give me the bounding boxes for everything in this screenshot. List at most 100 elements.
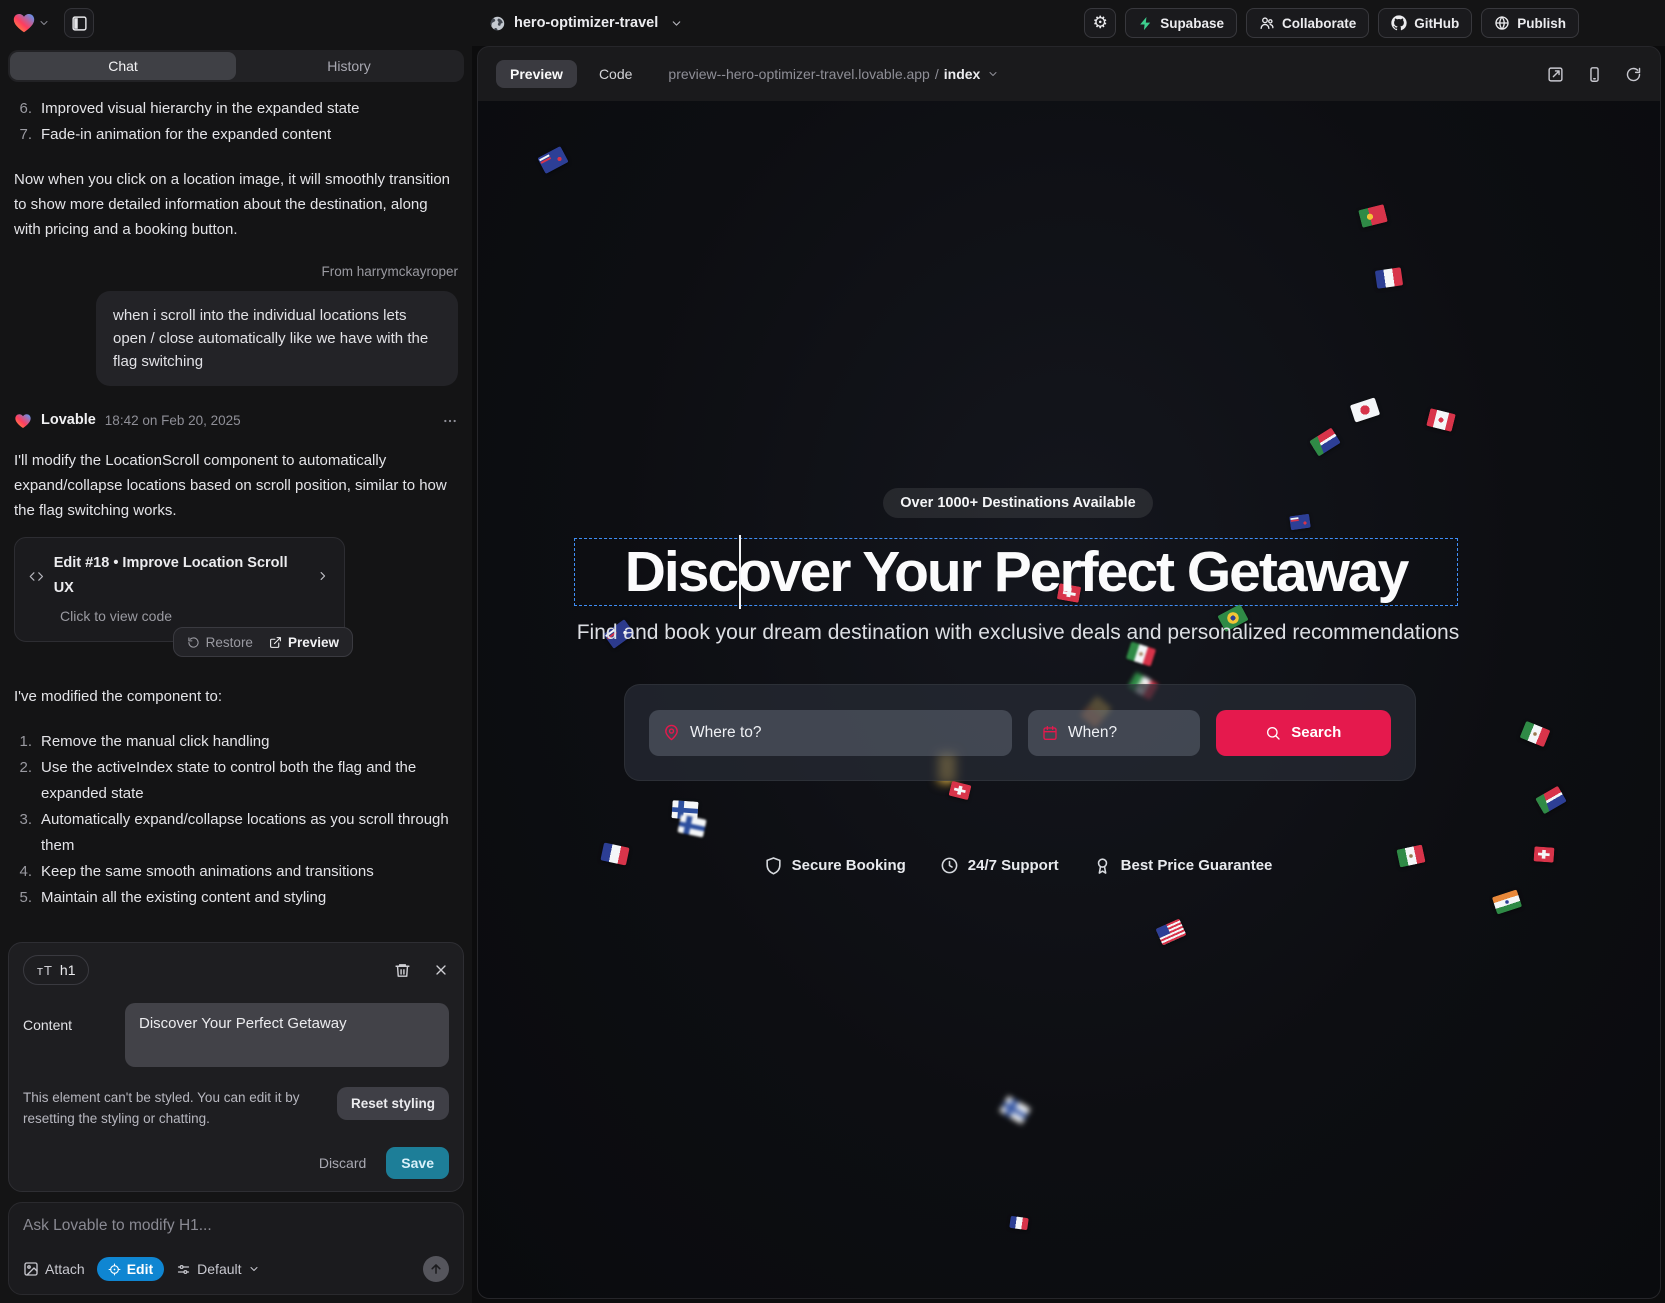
where-input[interactable] [690, 724, 998, 742]
assistant-name: Lovable [41, 408, 96, 433]
steps-list: 1.Remove the manual click handling 2.Use… [14, 729, 458, 911]
supabase-button[interactable]: Supabase [1125, 8, 1237, 38]
tab-history[interactable]: History [236, 52, 462, 80]
features-row: Secure Booking 24/7 Support Best Price G… [478, 856, 1558, 875]
where-field[interactable] [649, 710, 1012, 756]
shield-icon [764, 856, 783, 875]
gear-icon: ⚙ [1093, 15, 1108, 32]
search-card: Search [624, 684, 1416, 781]
url-page: index [944, 66, 981, 82]
top-bar: hero-optimizer-travel ⚙ Supabase Collabo… [0, 0, 1665, 46]
trash-icon[interactable] [394, 962, 411, 979]
content-textarea[interactable]: Discover Your Perfect Getaway [125, 1003, 449, 1067]
search-icon [1265, 725, 1281, 741]
restore-button[interactable]: Restore [187, 630, 253, 655]
tab-chat[interactable]: Chat [10, 52, 236, 80]
feature-support: 24/7 Support [940, 856, 1059, 875]
mobile-view-icon[interactable] [1586, 66, 1603, 83]
assistant-paragraph: Now when you click on a location image, … [14, 167, 458, 242]
text-icon: тT [37, 963, 53, 978]
text-caret [739, 535, 741, 609]
publish-button[interactable]: Publish [1481, 8, 1579, 38]
chat-composer: Attach Edit Default [8, 1202, 464, 1295]
preview-edit-button[interactable]: Preview [269, 630, 339, 655]
list-item: 2.Use the activeIndex state to control b… [14, 755, 458, 807]
chevron-down-icon [248, 1263, 260, 1275]
refresh-icon[interactable] [1625, 66, 1642, 83]
project-name: hero-optimizer-travel [514, 15, 658, 31]
chat-scroll-area[interactable]: 6.Improved visual hierarchy in the expan… [0, 82, 472, 932]
more-options-icon[interactable] [442, 413, 458, 429]
arrow-up-icon [429, 1262, 443, 1276]
styling-note: This element can't be styled. You can ed… [23, 1087, 325, 1129]
discard-button[interactable]: Discard [319, 1155, 366, 1171]
composer-input[interactable] [23, 1217, 449, 1235]
reset-styling-button[interactable]: Reset styling [337, 1087, 449, 1120]
assistant-paragraph: I'll modify the LocationScroll component… [14, 448, 458, 523]
collaborate-button[interactable]: Collaborate [1246, 8, 1369, 38]
lovable-logo-menu[interactable] [12, 11, 50, 35]
destinations-badge-row: Over 1000+ Destinations Available [478, 488, 1558, 518]
edit-mode-button[interactable]: Edit [97, 1257, 164, 1281]
element-editor-panel: тT h1 Content Discover Your Perfect Geta… [8, 942, 464, 1192]
focus-icon [108, 1263, 121, 1276]
chevron-right-icon [316, 569, 330, 583]
hero-subtitle-row: Find and book your dream destination wit… [478, 621, 1558, 645]
tab-preview[interactable]: Preview [496, 60, 577, 88]
list-item: 1.Remove the manual click handling [14, 729, 458, 755]
sidebar-tabs: Chat History [8, 50, 464, 82]
preview-url[interactable]: preview--hero-optimizer-travel.lovable.a… [668, 66, 999, 82]
send-button[interactable] [423, 1256, 449, 1282]
chevron-down-icon [670, 17, 683, 30]
project-selector[interactable]: hero-optimizer-travel [489, 8, 683, 38]
chevron-down-icon [38, 17, 50, 29]
github-icon [1391, 15, 1407, 31]
list-item: 4.Keep the same smooth animations and tr… [14, 859, 458, 885]
preview-toolbar: Preview Code preview--hero-optimizer-tra… [478, 47, 1660, 101]
lovable-avatar-icon [14, 412, 32, 430]
attach-button[interactable]: Attach [23, 1261, 85, 1277]
external-link-icon [269, 636, 282, 649]
assistant-message-header: Lovable 18:42 on Feb 20, 2025 [14, 408, 458, 433]
selected-element-pill[interactable]: тT h1 [23, 955, 89, 985]
hero-subtitle: Find and book your dream destination wit… [577, 621, 1460, 645]
open-in-new-tab-icon[interactable] [1547, 66, 1564, 83]
selected-h1-outline[interactable]: Discover Your Perfect Getaway [574, 538, 1458, 606]
hero-title[interactable]: Discover Your Perfect Getaway [625, 539, 1408, 605]
clock-icon [940, 856, 959, 875]
feature-secure-booking: Secure Booking [764, 856, 906, 875]
globe-icon [489, 15, 506, 32]
close-icon[interactable] [433, 962, 449, 978]
sliders-icon [176, 1262, 191, 1277]
supabase-bolt-icon [1138, 16, 1153, 31]
preview-pane: Preview Code preview--hero-optimizer-tra… [477, 46, 1661, 1299]
search-button[interactable]: Search [1216, 710, 1391, 756]
code-icon [29, 569, 44, 584]
url-host: preview--hero-optimizer-travel.lovable.a… [668, 66, 929, 82]
restore-icon [187, 636, 200, 649]
site-viewport: Over 1000+ Destinations Available Discov… [478, 101, 1660, 1298]
github-button[interactable]: GitHub [1378, 8, 1472, 38]
image-icon [23, 1261, 39, 1277]
list-item: 3.Automatically expand/collapse location… [14, 807, 458, 859]
message-timestamp: 18:42 on Feb 20, 2025 [105, 408, 241, 433]
globe-outline-icon [1494, 15, 1510, 31]
save-button[interactable]: Save [386, 1147, 449, 1179]
edit-card-title: Edit #18 • Improve Location Scroll UX [54, 551, 307, 601]
panel-left-icon [71, 15, 88, 32]
edit-card-wrap: Edit #18 • Improve Location Scroll UX Cl… [14, 537, 345, 642]
when-field[interactable] [1028, 710, 1200, 756]
when-input[interactable] [1068, 724, 1186, 742]
lovable-heart-icon [12, 11, 36, 35]
element-tag-label: h1 [60, 962, 76, 978]
list-item: 5.Maintain all the existing content and … [14, 885, 458, 911]
settings-button[interactable]: ⚙ [1084, 8, 1116, 38]
edit-card-actions: Restore Preview [173, 627, 353, 657]
default-mode-selector[interactable]: Default [176, 1261, 259, 1277]
sidebar-toggle-button[interactable] [64, 8, 94, 38]
user-message-bubble: when i scroll into the individual locati… [96, 291, 458, 386]
award-icon [1093, 856, 1112, 875]
chevron-down-icon [987, 68, 999, 80]
users-icon [1259, 15, 1275, 31]
tab-code[interactable]: Code [591, 60, 640, 88]
